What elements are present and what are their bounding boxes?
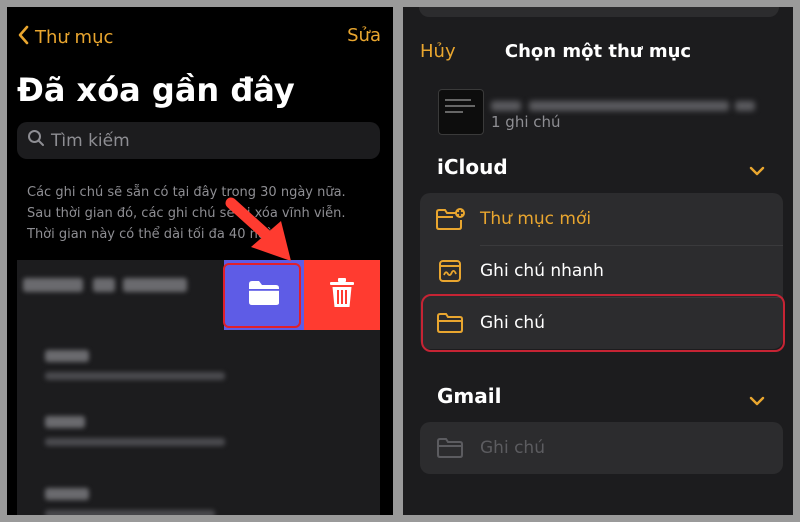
search-field[interactable]: Tìm kiếm [17, 122, 380, 159]
annotation-arrow [225, 197, 291, 261]
chevron-down-icon[interactable] [749, 161, 765, 180]
new-folder-icon [435, 207, 465, 231]
section-header-icloud: iCloud [437, 155, 508, 179]
swiped-note-row[interactable] [17, 260, 380, 330]
quick-note-item[interactable]: Ghi chú nhanh [420, 245, 783, 297]
list-item[interactable] [17, 330, 380, 390]
choose-folder-sheet: Hủy Chọn một thư mục 1 ghi chú iCloud Th… [403, 7, 793, 515]
recent-note-count: 1 ghi chú [491, 113, 561, 131]
folder-icon [435, 437, 465, 459]
folder-label: Ghi chú nhanh [480, 261, 604, 281]
chevron-left-icon [17, 25, 35, 50]
quick-note-icon [435, 259, 465, 283]
deleted-notes-list [17, 330, 380, 515]
search-icon [17, 129, 51, 152]
page-title: Đã xóa gần đây [17, 71, 295, 109]
search-placeholder: Tìm kiếm [51, 130, 130, 151]
edit-button[interactable]: Sửa [347, 25, 381, 46]
delete-button[interactable] [304, 260, 380, 330]
selected-folder-highlight [421, 294, 785, 352]
gmail-notes-folder-item: Ghi chú [420, 422, 783, 474]
info-line: Các ghi chú sẽ sẵn có tại đây trong 30 n… [27, 185, 346, 200]
folder-label: Ghi chú [480, 438, 545, 458]
recently-deleted-screen: Thư mục Sửa Đã xóa gần đây Tìm kiếm Các … [7, 7, 393, 515]
chevron-down-icon[interactable] [749, 391, 765, 410]
note-thumbnail [438, 89, 484, 135]
new-folder-item[interactable]: Thư mục mới [420, 193, 783, 245]
background-sheet-edge [419, 7, 779, 17]
back-button[interactable]: Thư mục [17, 25, 113, 50]
gmail-folder-group: Ghi chú [420, 422, 783, 474]
section-header-gmail: Gmail [437, 384, 502, 408]
list-item[interactable] [17, 462, 380, 515]
folder-label: Thư mục mới [480, 209, 592, 229]
trash-icon [328, 277, 356, 313]
info-line: Thời gian này có thể dài tối đa 40 ngày. [27, 227, 285, 242]
sheet-title: Chọn một thư mục [504, 41, 692, 62]
info-text: Các ghi chú sẽ sẵn có tại đây trong 30 n… [27, 182, 377, 245]
info-line: Sau thời gian đó, các ghi chú sẽ bị xóa … [27, 206, 346, 221]
move-button-highlight [223, 263, 301, 328]
list-item[interactable] [17, 396, 380, 456]
back-label: Thư mục [35, 27, 114, 48]
